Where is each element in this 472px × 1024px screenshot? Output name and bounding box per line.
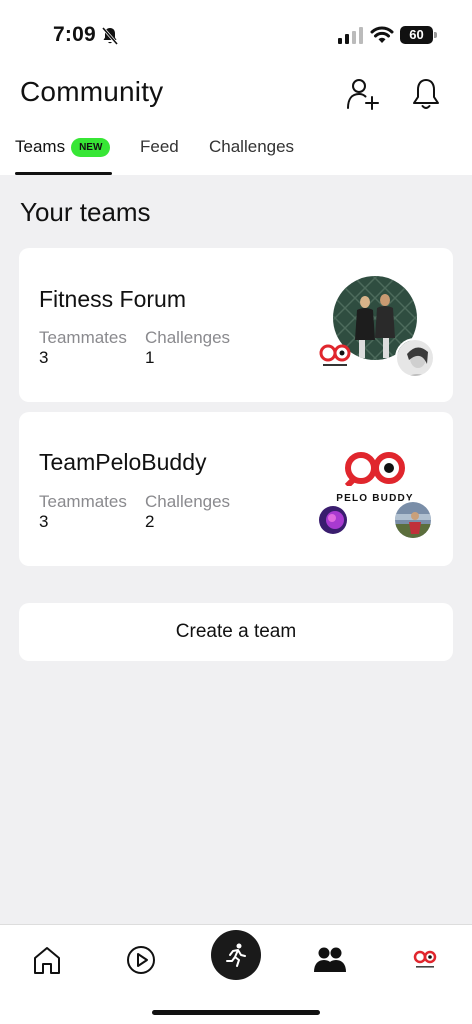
tab-teams-label: Teams bbox=[15, 137, 66, 156]
challenges-count: 2 bbox=[145, 512, 155, 531]
nav-play[interactable] bbox=[116, 935, 166, 985]
tab-challenges[interactable]: Challenges bbox=[209, 137, 294, 175]
tab-feed-label: Feed bbox=[140, 137, 179, 156]
nav-profile[interactable] bbox=[400, 935, 450, 985]
teammates-label: Teammates bbox=[39, 328, 127, 347]
status-time: 7:09 bbox=[53, 23, 96, 46]
team-name: Fitness Forum bbox=[39, 286, 186, 312]
main-content: Your teams Fitness Forum Teammates Chall… bbox=[0, 175, 472, 924]
play-icon bbox=[127, 946, 155, 974]
team-card-teampelobuddy[interactable]: TeamPeloBuddy Teammates Challenges 3 2 P… bbox=[19, 412, 453, 566]
home-indicator bbox=[152, 1010, 320, 1015]
nav-run[interactable] bbox=[211, 930, 261, 980]
run-icon bbox=[226, 943, 246, 967]
signal-icon bbox=[338, 27, 363, 44]
tab-teams[interactable]: Teams NEW bbox=[15, 137, 111, 175]
battery-level: 60 bbox=[409, 27, 424, 42]
wifi-icon bbox=[370, 26, 394, 43]
page-title: Community bbox=[20, 76, 164, 107]
tab-bar: Teams NEW Feed Challenges bbox=[0, 134, 472, 175]
teammates-label: Teammates bbox=[39, 492, 127, 511]
bottom-nav bbox=[0, 924, 472, 1024]
member-avatar bbox=[317, 504, 349, 536]
status-bar: 7:09 60 bbox=[0, 0, 472, 60]
tab-feed[interactable]: Feed bbox=[140, 137, 179, 175]
nav-home[interactable] bbox=[22, 935, 72, 985]
pelo-buddy-logo-mark bbox=[344, 452, 405, 489]
team-card-fitness-forum[interactable]: Fitness Forum Teammates Challenges 3 1 bbox=[19, 248, 453, 402]
battery-icon: 60 bbox=[400, 26, 437, 44]
teammates-count: 3 bbox=[39, 348, 49, 367]
teammates-count: 3 bbox=[39, 512, 49, 531]
challenges-count: 1 bbox=[145, 348, 155, 367]
member-avatar bbox=[395, 338, 435, 378]
nav-friends[interactable] bbox=[305, 935, 355, 985]
bell-slash-icon bbox=[101, 27, 119, 45]
new-badge: NEW bbox=[71, 138, 111, 157]
friends-icon bbox=[314, 947, 346, 972]
pelo-buddy-team-logo: PELO BUDDY bbox=[333, 450, 417, 504]
home-icon bbox=[34, 947, 60, 974]
bell-icon[interactable] bbox=[410, 77, 442, 111]
tab-challenges-label: Challenges bbox=[209, 137, 295, 156]
member-avatar bbox=[393, 500, 433, 540]
section-title: Your teams bbox=[20, 197, 151, 227]
team-name: TeamPeloBuddy bbox=[39, 449, 207, 475]
pelo-buddy-logo bbox=[319, 344, 351, 366]
profile-avatar bbox=[413, 950, 437, 968]
challenges-label: Challenges bbox=[145, 492, 231, 511]
create-team-button[interactable]: Create a team bbox=[19, 603, 453, 661]
header: Community Teams NEW Feed Challenges bbox=[0, 60, 472, 175]
add-friend-icon[interactable] bbox=[346, 77, 380, 111]
challenges-label: Challenges bbox=[145, 328, 231, 347]
